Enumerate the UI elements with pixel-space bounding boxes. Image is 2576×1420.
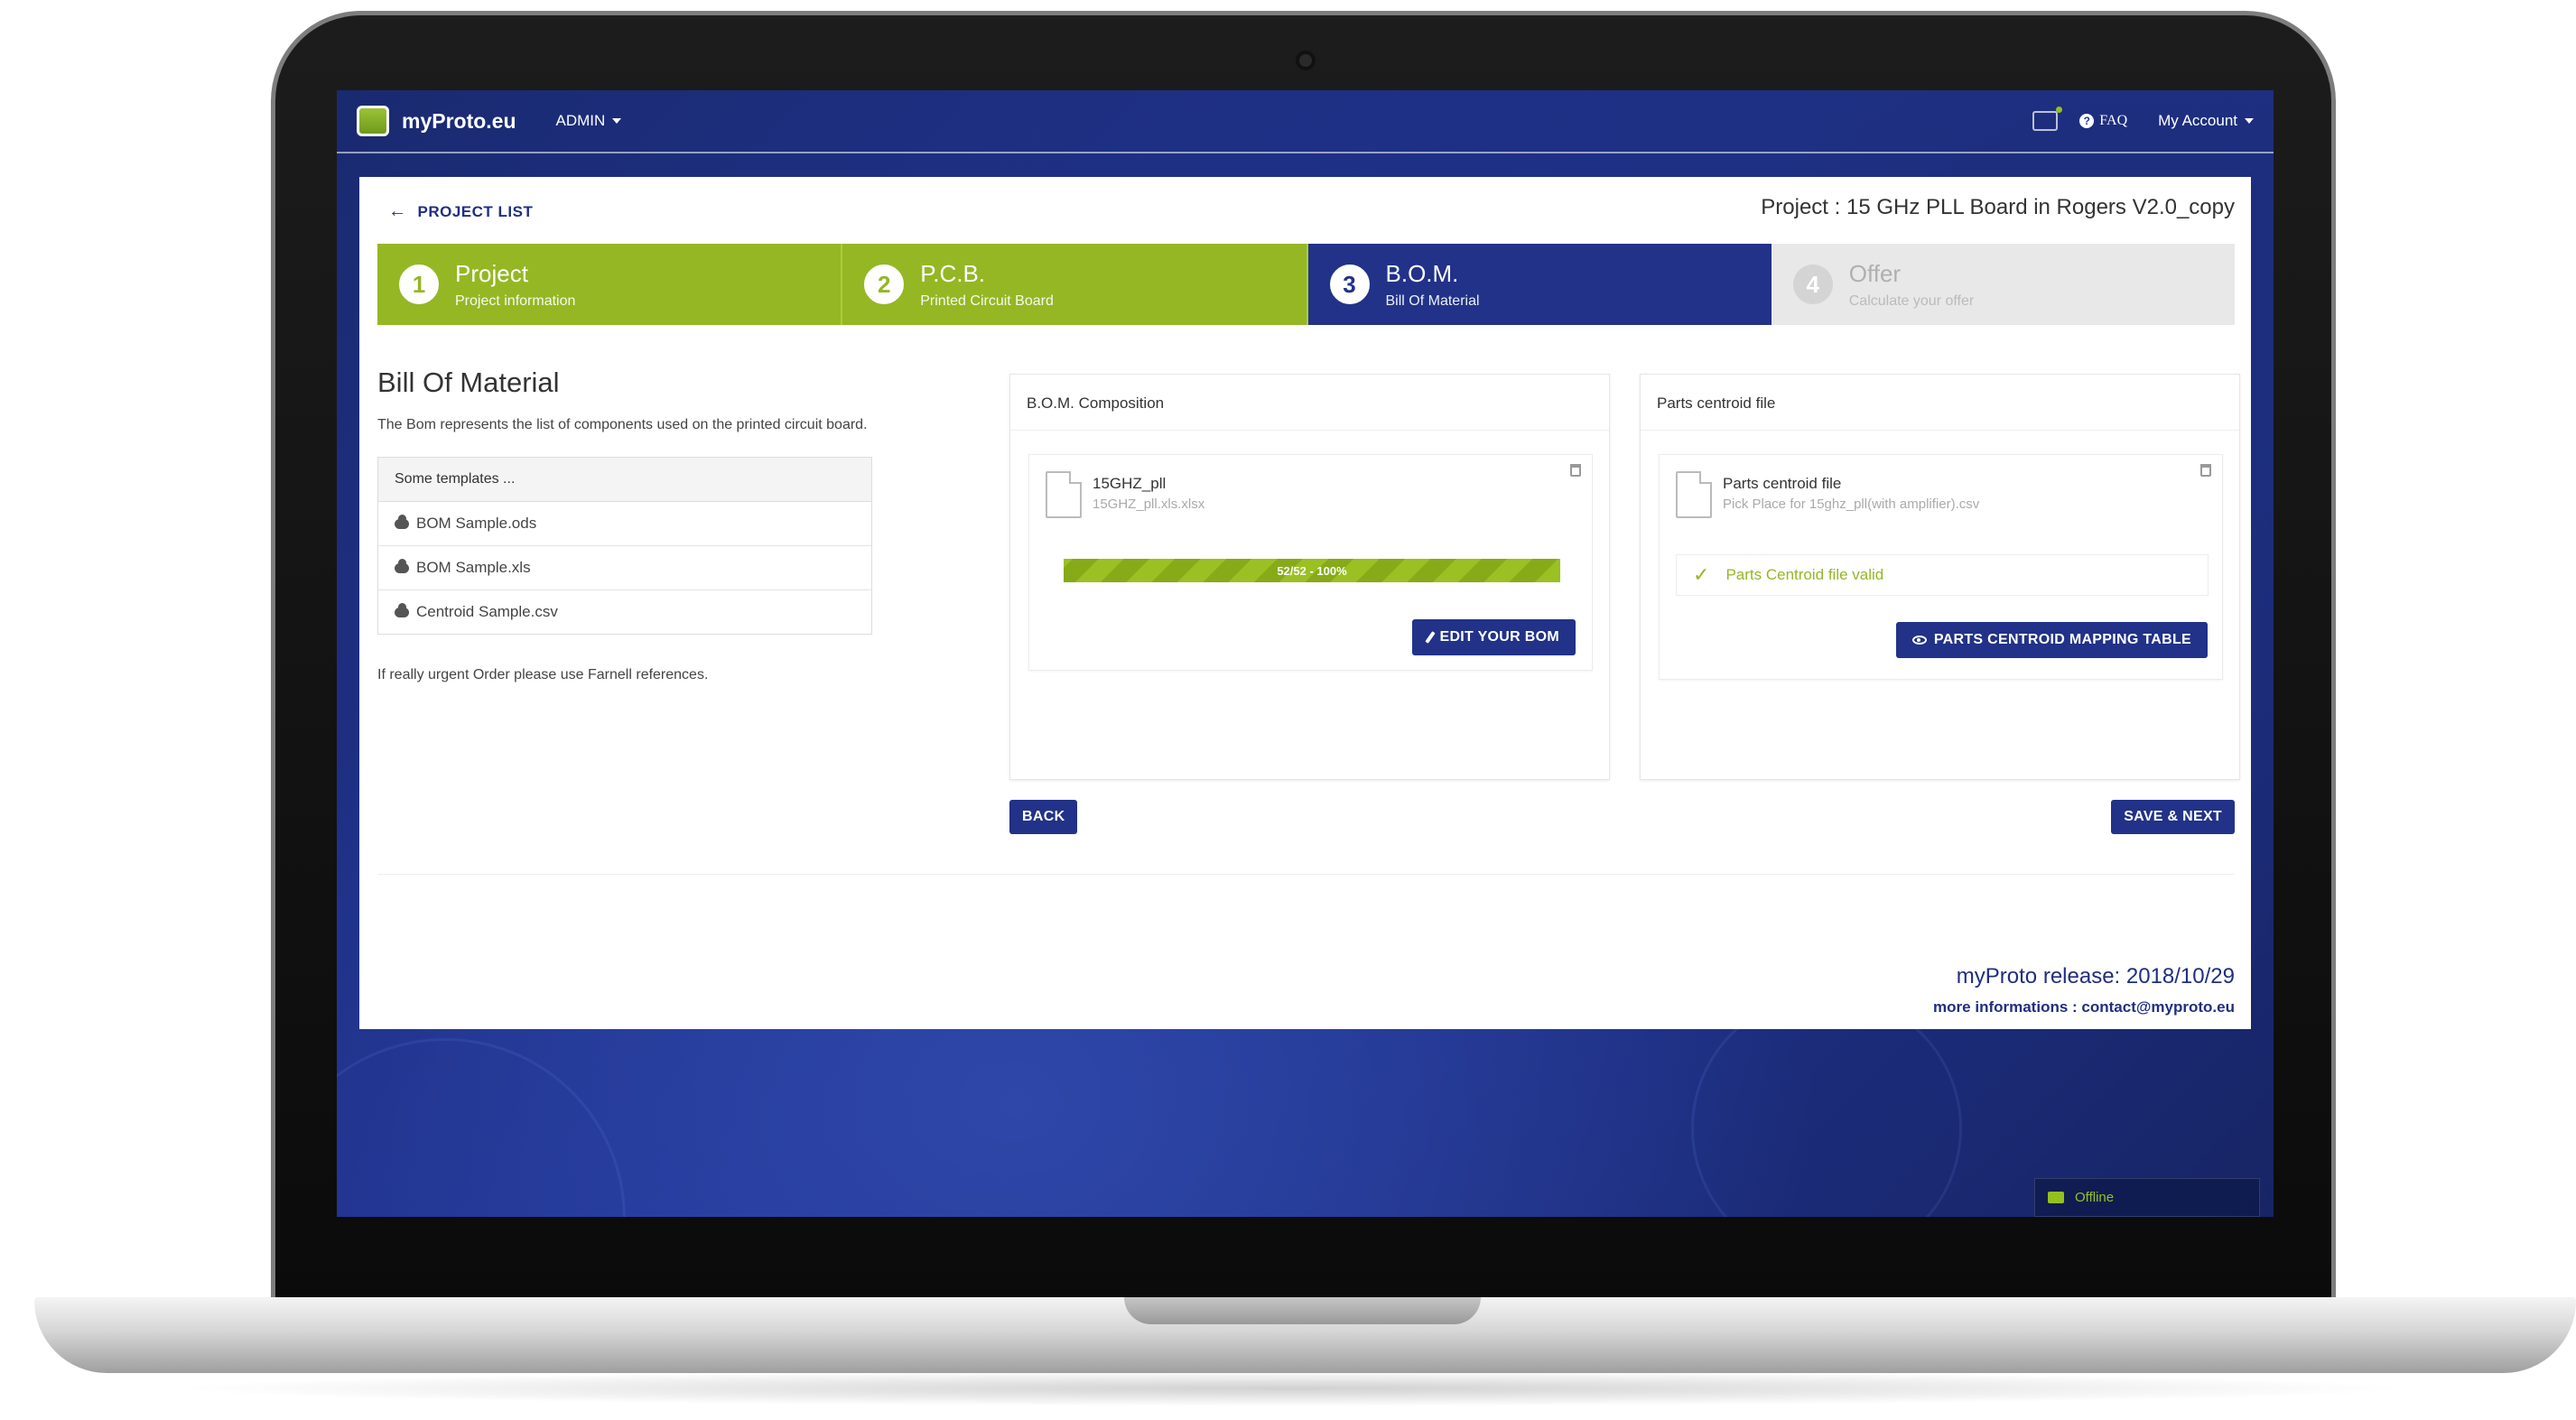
- save-next-button[interactable]: SAVE & NEXT: [2111, 800, 2235, 834]
- step-bom[interactable]: 3 B.O.M. Bill Of Material: [1307, 244, 1772, 325]
- logo[interactable]: myProto.eu: [402, 109, 516, 134]
- validation-text: Parts Centroid file valid: [1725, 566, 1884, 583]
- progress-label: 52/52 - 100%: [1277, 563, 1347, 578]
- faq-link[interactable]: ? FAQ: [2079, 113, 2127, 129]
- arrow-left-icon: ←: [388, 201, 407, 221]
- step-project[interactable]: 1 Project Project information: [377, 244, 843, 325]
- edit-bom-button[interactable]: EDIT YOUR BOM: [1412, 619, 1576, 655]
- edit-bom-label: EDIT YOUR BOM: [1439, 629, 1559, 645]
- bom-heading: Bill Of Material: [377, 367, 560, 398]
- step-subtitle: Project information: [455, 292, 576, 309]
- file-name: Parts centroid file: [1723, 475, 1842, 492]
- faq-label: FAQ: [2099, 113, 2128, 128]
- notification-dot: [2056, 107, 2063, 113]
- step-title: Project: [455, 259, 528, 287]
- cloud-download-icon: [395, 514, 409, 529]
- pencil-icon: [1425, 631, 1437, 644]
- account-menu[interactable]: My Account: [2158, 112, 2254, 130]
- template-download-centroid-csv[interactable]: Centroid Sample.csv: [378, 590, 871, 634]
- file-name: 15GHZ_pll: [1093, 475, 1167, 492]
- laptop-hinge: [1124, 1297, 1481, 1324]
- check-icon: ✓: [1693, 563, 1710, 586]
- step-number: 3: [1329, 265, 1370, 304]
- templates-header: Some templates ...: [378, 458, 871, 502]
- back-button[interactable]: BACK: [1009, 800, 1078, 834]
- caret-down-icon: [2245, 118, 2254, 124]
- step-number: 2: [864, 265, 905, 304]
- step-title: P.C.B.: [920, 259, 986, 287]
- project-list-label: PROJECT LIST: [417, 202, 534, 220]
- template-label: Centroid Sample.csv: [416, 603, 558, 620]
- question-icon: ?: [2079, 114, 2095, 128]
- centroid-mapping-button[interactable]: PARTS CENTROID MAPPING TABLE: [1895, 622, 2208, 658]
- release-info: myProto release: 2018/10/29: [1956, 964, 2235, 988]
- chat-status: Offline: [2075, 1190, 2115, 1205]
- back-button-label: BACK: [1022, 809, 1065, 824]
- step-subtitle: Calculate your offer: [1848, 292, 1975, 309]
- step-pcb[interactable]: 2 P.C.B. Printed Circuit Board: [842, 244, 1308, 325]
- file-subname: Pick Place for 15ghz_pll(with amplifier)…: [1723, 497, 1980, 512]
- app-screen: myProto.eu ADMIN ? FAQ My Account ← PROJ…: [337, 90, 2274, 1217]
- logo-icon[interactable]: [357, 106, 389, 136]
- admin-menu[interactable]: ADMIN: [556, 112, 622, 130]
- trash-icon[interactable]: [2200, 464, 2211, 477]
- step-subtitle: Bill Of Material: [1385, 292, 1480, 309]
- step-offer[interactable]: 4 Offer Calculate your offer: [1771, 244, 2235, 325]
- envelope-icon: [2048, 1192, 2064, 1203]
- footer-divider: [377, 874, 2235, 875]
- notification-icon[interactable]: [2032, 107, 2063, 131]
- trash-icon[interactable]: [1570, 464, 1581, 477]
- cloud-download-icon: [395, 558, 409, 573]
- template-download-bom-xls[interactable]: BOM Sample.xls: [378, 546, 871, 590]
- panel-title: Parts centroid file: [1641, 375, 2239, 431]
- step-title: Offer: [1848, 259, 1902, 287]
- centroid-mapping-label: PARTS CENTROID MAPPING TABLE: [1933, 632, 2191, 647]
- file-icon: [1676, 471, 1712, 518]
- chat-widget[interactable]: Offline: [2034, 1178, 2260, 1217]
- contact-link[interactable]: more informations : contact@myproto.eu: [1933, 998, 2235, 1016]
- project-list-link[interactable]: ← PROJECT LIST: [388, 201, 533, 222]
- background-pattern: [337, 1038, 626, 1217]
- file-subname: 15GHZ_pll.xls.xlsx: [1093, 497, 1205, 512]
- step-number: 1: [399, 265, 439, 304]
- panel-title: B.O.M. Composition: [1010, 375, 1609, 431]
- step-subtitle: Printed Circuit Board: [920, 292, 1054, 309]
- cloud-download-icon: [395, 602, 409, 617]
- bom-info-column: Bill Of Material The Bom represents the …: [377, 367, 973, 683]
- eye-icon: [1911, 636, 1927, 645]
- project-title: Project : 15 GHz PLL Board in Rogers V2.…: [1761, 195, 2235, 219]
- step-title: B.O.M.: [1385, 259, 1459, 287]
- progress-bar: 52/52 - 100%: [1064, 559, 1560, 582]
- account-label: My Account: [2158, 112, 2237, 129]
- laptop-shadow: [163, 1370, 2420, 1406]
- templates-list: Some templates ... BOM Sample.ods BOM Sa…: [377, 457, 872, 635]
- main-content: ← PROJECT LIST Project : 15 GHz PLL Boar…: [359, 177, 2251, 1029]
- validation-status: ✓ Parts Centroid file valid: [1676, 554, 2209, 596]
- template-label: BOM Sample.xls: [416, 559, 531, 576]
- admin-menu-label: ADMIN: [555, 112, 606, 129]
- urgent-note: If really urgent Order please use Farnel…: [377, 667, 709, 682]
- wizard-steps: 1 Project Project information 2 P.C.B. Pri…: [377, 244, 2235, 325]
- template-download-bom-ods[interactable]: BOM Sample.ods: [378, 502, 871, 546]
- caret-down-icon: [612, 118, 622, 124]
- camera: [1296, 51, 1316, 70]
- laptop-frame: myProto.eu ADMIN ? FAQ My Account ← PROJ…: [0, 0, 2576, 1420]
- bom-description: The Bom represents the list of component…: [377, 417, 868, 432]
- bom-file-card: 15GHZ_pll 15GHZ_pll.xls.xlsx 52/52 - 100…: [1028, 454, 1593, 671]
- file-icon: [1046, 471, 1082, 518]
- centroid-panel: Parts centroid file Parts centroid file …: [1640, 374, 2240, 780]
- step-number: 4: [1792, 265, 1833, 304]
- bom-composition-panel: B.O.M. Composition 15GHZ_pll 15GHZ_pll.x…: [1009, 374, 1610, 780]
- top-navbar: myProto.eu ADMIN ? FAQ My Account: [337, 90, 2274, 153]
- centroid-file-card: Parts centroid file Pick Place for 15ghz…: [1659, 454, 2223, 680]
- template-label: BOM Sample.ods: [416, 515, 537, 532]
- save-next-label: SAVE & NEXT: [2124, 809, 2222, 824]
